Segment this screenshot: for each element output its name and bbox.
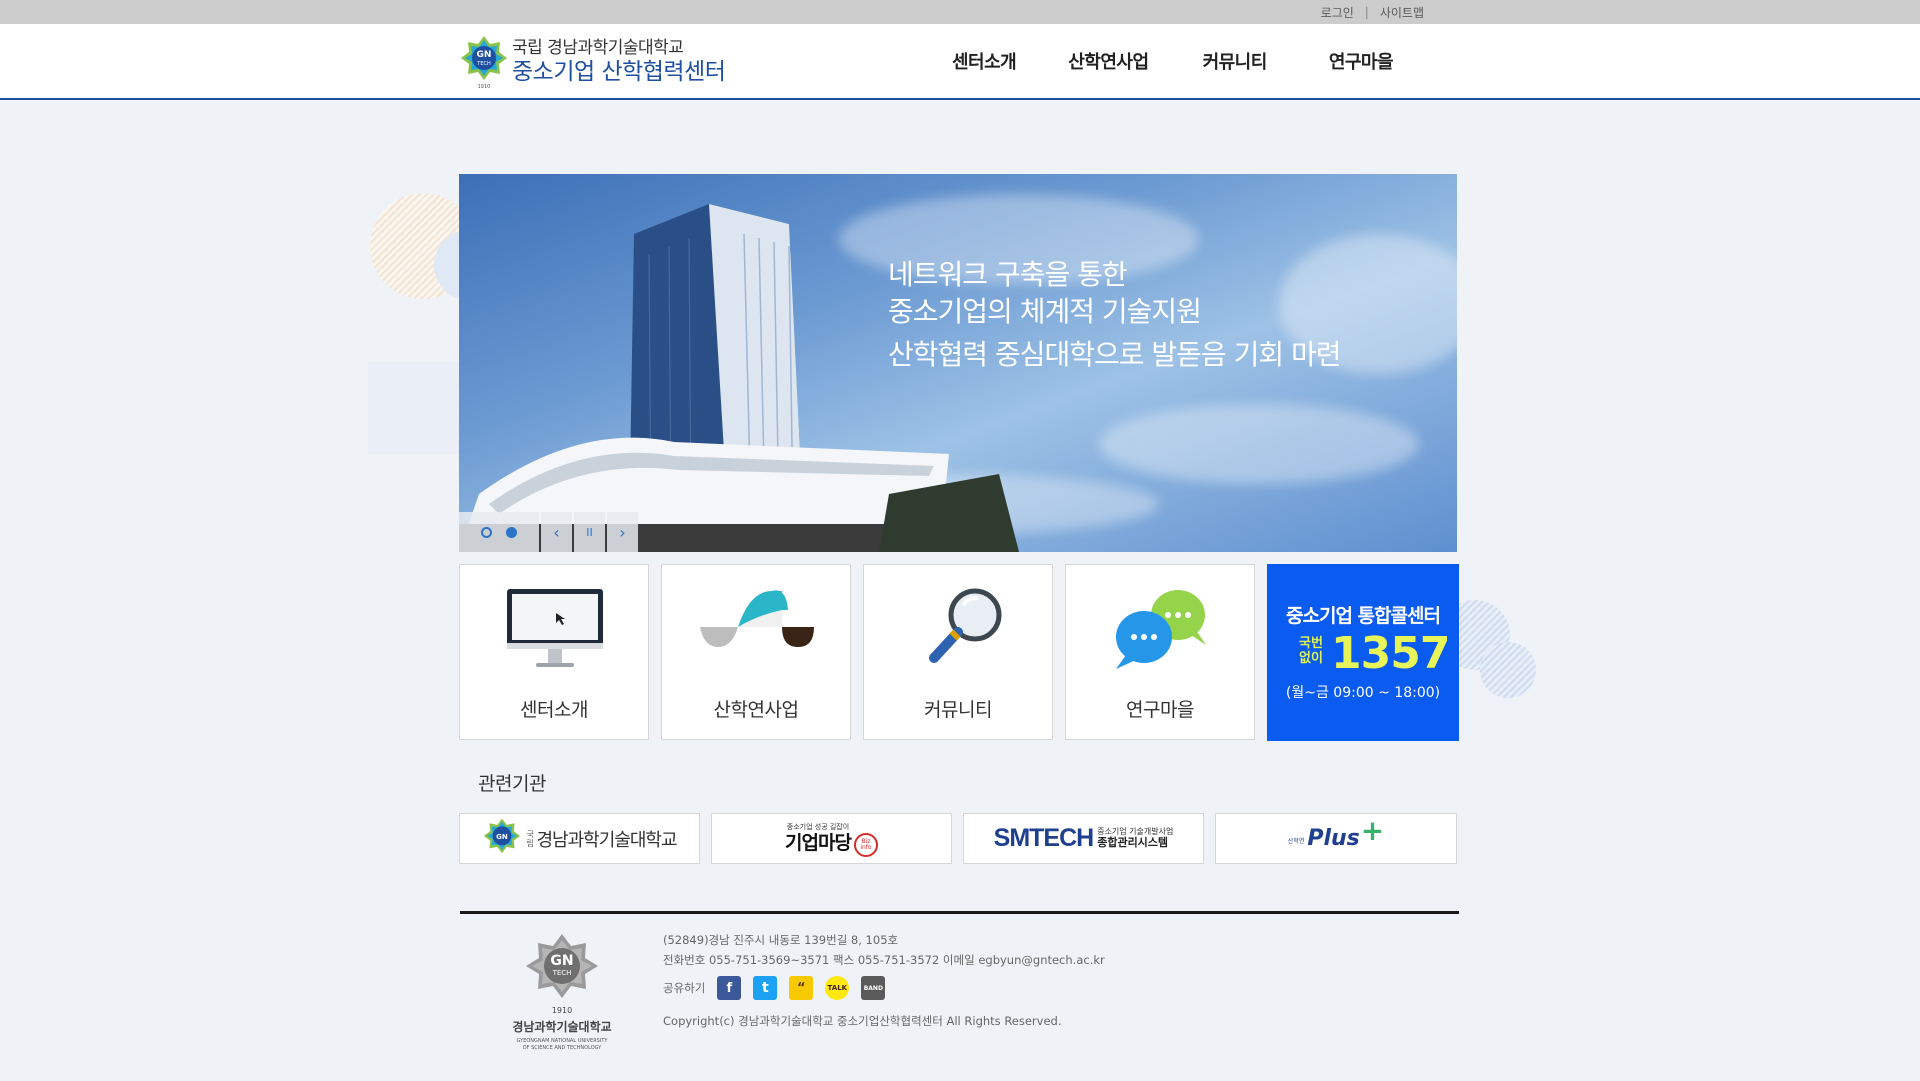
main-banner: 네트워크 구축을 통한 중소기업의 체계적 기술지원 산학협력 중심대학으로 발… [459,174,1457,552]
decorative-block [368,362,462,454]
sitemap-link[interactable]: 사이트맵 [1380,4,1424,21]
partner-list: GN 국립 경남과학기술대학교 중소기업 성공 길잡이 기업마당 Biz inf… [459,813,1457,864]
callcenter-title: 중소기업 통합콜센터 [1286,605,1441,627]
kakaotalk-icon[interactable]: TALK [825,976,850,1000]
partner-smtech[interactable]: SMTECH 중소기업 기술개발사업 종합관리시스템 [963,813,1204,864]
callcenter-prefix: 국번 없이 [1299,636,1323,666]
slide-dot-1[interactable] [481,526,492,538]
slider-controls: ‹ II › [459,512,638,552]
callcenter-number: 1357 [1331,628,1450,679]
partner-subtitle: 중소기업 성공 길잡이 [786,823,850,831]
site-header: GN TECH 1910 국립 경남과학기술대학교 중소기업 산학협력센터 센터… [0,24,1920,100]
related-section-title: 관련기관 [478,773,546,795]
gntech-logo-icon: GN [484,818,521,853]
svg-text:TECH: TECH [552,969,572,977]
quick-menu-center-intro[interactable]: 센터소개 [459,564,649,740]
bizinfo-badge-text: Biz info [860,837,872,851]
svg-text:GN: GN [477,50,492,60]
band-icon[interactable]: BAND [861,976,886,1000]
footer-copyright: Copyright(c) 경남과학기술대학교 중소기업산학협력센터 All Ri… [663,1014,1062,1028]
kakaostory-icon[interactable]: “ [789,976,814,1000]
quick-menu-label: 센터소개 [520,699,588,721]
chat-bubble-icon [1116,590,1206,669]
footer-logo-en-2: OF SCIENCE AND TECHNOLOGY [523,1045,603,1051]
twitter-icon[interactable]: t [753,976,778,1000]
footer-info: (52849)경남 진주시 내동로 139번길 8, 105호 전화번호 055… [663,930,1105,970]
quick-menu-community[interactable]: 커뮤니티 [863,564,1053,740]
plus-sign-icon: + [1360,814,1385,847]
footer-contact: 전화번호 055-751-3569~3571 팩스 055-751-3572 이… [663,953,1105,967]
partner-subtitle-2: 종합관리시스템 [1097,835,1169,849]
site-logo[interactable]: GN TECH 1910 국립 경남과학기술대학교 중소기업 산학협력센터 [459,34,759,90]
login-link[interactable]: 로그인 [1321,4,1354,21]
quick-menu-label: 산학연사업 [713,699,799,721]
callcenter-prefix-line2: 없이 [1299,651,1323,666]
banner-line-2: 중소기업의 체계적 기술지원 [888,295,1202,328]
svg-text:GN: GN [550,953,573,969]
gntech-emblem-icon: GN TECH 1910 [459,34,509,90]
footer-logo-en-1: GYEONGNAM NATIONAL UNIVERSITY [517,1038,609,1044]
smtech-subtitle: 중소기업 기술개발사업 종합관리시스템 [1097,827,1173,849]
slider-prev-button[interactable]: ‹ [541,512,572,552]
wave-icon [700,590,814,647]
partner-bizinfo[interactable]: 중소기업 성공 길잡이 기업마당 Biz info [711,813,952,864]
callcenter-prefix-line1: 국번 [1299,636,1323,651]
main-navigation: 센터소개 산학연사업 커뮤니티 연구마을 [930,48,1394,74]
logo-year: 1910 [478,84,491,90]
slider-pagination [459,512,539,552]
share-bar: 공유하기 f t “ TALK BAND [663,976,886,1000]
slider-pause-button[interactable]: II [574,512,605,552]
footer-address: (52849)경남 진주시 내동로 139번길 8, 105호 [663,933,899,947]
quick-menu: 센터소개 산학연사업 커뮤니티 연구마을 중소기업 통합콜센터 국번 없이 13… [459,564,1459,741]
decorative-circle [1480,642,1536,698]
banner-line-1: 네트워크 구축을 통한 [888,258,1128,291]
logo-subtitle: 국립 경남과학기술대학교 [512,38,684,58]
partner-name: Plus [1307,826,1360,851]
facebook-icon[interactable]: f [717,976,742,1000]
bizinfo-logo: 중소기업 성공 길잡이 기업마당 [785,823,852,854]
quick-menu-label: 연구마을 [1126,699,1194,721]
partner-name: 기업마당 [785,832,852,854]
footer-logo-name: 경남과학기술대학교 [512,1019,611,1034]
callcenter-box[interactable]: 중소기업 통합콜센터 국번 없이 1357 (월~금 09:00 ~ 18:00… [1267,564,1459,741]
partner-plus[interactable]: 산학연 Plus + [1215,813,1457,864]
nav-item-community[interactable]: 커뮤니티 [1203,48,1268,74]
svg-text:TECH: TECH [476,61,491,67]
magnifier-icon [929,588,1002,663]
partner-prefix: 국립 [526,829,534,848]
utility-separator: | [1364,5,1369,19]
svg-text:GN: GN [497,832,509,841]
logo-title: 중소기업 산학협력센터 [512,59,726,85]
share-label: 공유하기 [663,981,706,995]
partner-name: 경남과학기술대학교 [536,829,677,851]
partner-gntech[interactable]: GN 국립 경남과학기술대학교 [459,813,700,864]
partner-subtitle: 산학연 [1287,838,1305,845]
nav-item-industry-project[interactable]: 산학연사업 [1068,48,1149,74]
quick-menu-research-village[interactable]: 연구마을 [1065,564,1255,740]
banner-text: 네트워크 구축을 통한 중소기업의 체계적 기술지원 산학협력 중심대학으로 발… [888,256,1342,373]
banner-line-3: 산학협력 중심대학으로 발돋음 기회 마련 [888,338,1342,371]
slide-dot-2[interactable] [506,526,517,538]
logo-text: 국립 경남과학기술대학교 중소기업 산학협력센터 [512,38,726,85]
nav-item-center-intro[interactable]: 센터소개 [952,48,1017,74]
nav-item-research-village[interactable]: 연구마을 [1329,48,1394,74]
footer-logo-year: 1910 [552,1006,572,1015]
callcenter-hours: (월~금 09:00 ~ 18:00) [1285,685,1441,701]
top-utility-bar: 로그인 | 사이트맵 [0,0,1920,24]
quick-menu-label: 커뮤니티 [924,699,992,721]
footer-logo: GN TECH 1910 경남과학기술대학교 GYEONGNAM NATIONA… [500,932,624,1062]
slider-next-button[interactable]: › [607,512,638,552]
bizinfo-badge-icon: Biz info [853,832,878,857]
utility-links: 로그인 | 사이트맵 [1321,0,1424,24]
monitor-icon [507,589,603,667]
footer-divider [460,911,1459,914]
partner-name: SMTECH [993,824,1095,852]
quick-menu-industry-project[interactable]: 산학연사업 [661,564,851,740]
